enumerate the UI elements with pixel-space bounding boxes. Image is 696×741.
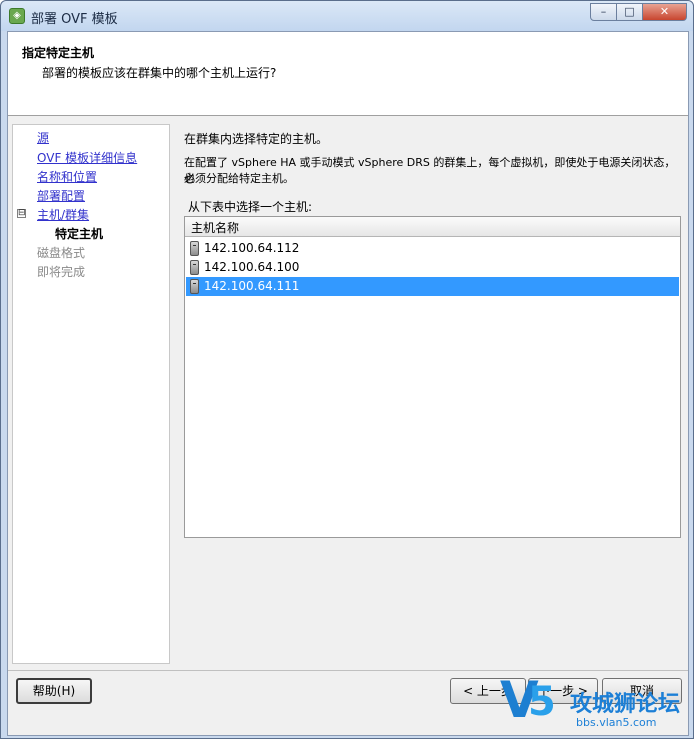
host-list-prompt: 从下表中选择一个主机: [188, 200, 313, 214]
server-icon [190, 241, 199, 256]
step-name-location[interactable]: 名称和位置 [37, 168, 97, 185]
content-description-line2: 必须分配给特定主机。 [184, 172, 294, 185]
step-specific-host: 特定主机 [55, 227, 104, 241]
window-title: 部署 OVF 模板 [31, 12, 118, 27]
step-host-cluster[interactable]: 主机/群集 [37, 206, 89, 223]
host-name: 142.100.64.112 [204, 241, 300, 255]
vsphere-app-icon: ◈ [9, 8, 25, 24]
host-row[interactable]: 142.100.64.100 [186, 258, 679, 277]
dialog-client-area: 指定特定主机 部署的模板应该在群集中的哪个主机上运行? 源 OVF 模板详细信息… [7, 31, 689, 736]
step-ready-to-complete: 即将完成 [37, 265, 86, 279]
host-row-selected[interactable]: 142.100.64.111 [186, 277, 679, 296]
collapse-tree-icon[interactable]: ⊟ [17, 209, 26, 218]
minimize-button[interactable]: – [590, 3, 617, 21]
column-header-label: 主机名称 [191, 221, 240, 235]
column-header-host-name[interactable]: 主机名称 [185, 217, 680, 237]
host-row[interactable]: 142.100.64.112 [186, 239, 679, 258]
wizard-content: 在群集内选择特定的主机。 在配置了 vSphere HA 或手动模式 vSphe… [174, 124, 686, 664]
step-disk-format: 磁盘格式 [37, 246, 86, 260]
host-name: 142.100.64.111 [204, 279, 300, 293]
watermark-url: bbs.vlan5.com [576, 716, 657, 729]
step-ovf-details[interactable]: OVF 模板详细信息 [37, 149, 137, 166]
page-subtitle: 部署的模板应该在群集中的哪个主机上运行? [42, 66, 277, 80]
window-controls: – □ ✕ [590, 3, 687, 21]
watermark-5: 5 [528, 679, 556, 725]
host-name: 142.100.64.100 [204, 260, 300, 274]
server-icon [190, 260, 199, 275]
server-icon [190, 279, 199, 294]
help-button[interactable]: 帮助(H) [16, 678, 92, 704]
step-deployment-config[interactable]: 部署配置 [37, 187, 85, 204]
wizard-header: 指定特定主机 部署的模板应该在群集中的哪个主机上运行? [8, 32, 688, 116]
watermark-logo: V 5 攻城狮论坛 bbs.vlan5.com [500, 672, 692, 734]
watermark-text: 攻城狮论坛 [570, 692, 681, 717]
maximize-button[interactable]: □ [617, 3, 643, 21]
host-list[interactable]: 主机名称 142.100.64.112 142.100.64.100 142.1… [184, 216, 681, 538]
step-source[interactable]: 源 [37, 129, 49, 146]
content-heading: 在群集内选择特定的主机。 [184, 132, 329, 146]
title-bar[interactable]: ◈ 部署 OVF 模板 – □ ✕ [1, 1, 693, 31]
dialog-window: ◈ 部署 OVF 模板 – □ ✕ 指定特定主机 部署的模板应该在群集中的哪个主… [0, 0, 694, 739]
wizard-steps-sidebar: 源 OVF 模板详细信息 名称和位置 部署配置 ⊟ 主机/群集 特定主机 磁盘格… [12, 124, 170, 664]
page-title: 指定特定主机 [22, 46, 95, 60]
close-button[interactable]: ✕ [643, 3, 687, 21]
footer-divider [8, 670, 688, 671]
